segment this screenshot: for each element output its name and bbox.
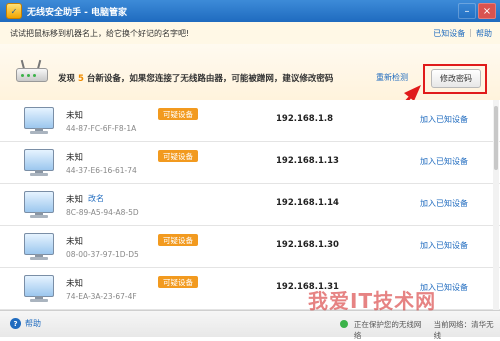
device-mac: 44-37-E6-16-61-74 [66, 166, 137, 175]
computer-icon [24, 107, 54, 135]
suspicious-badge: 可疑设备 [158, 150, 198, 162]
rename-link[interactable]: 改名 [88, 193, 104, 204]
device-ip: 192.168.1.30 [276, 240, 339, 250]
device-list: 未知 可疑设备 44-87-FC-6F-F8-1A 192.168.1.8 加入… [0, 100, 500, 310]
list-scrollbar[interactable] [493, 100, 499, 310]
add-known-device-link[interactable]: 加入已知设备 [420, 240, 468, 251]
device-row[interactable]: 未知 改名 8C-89-A5-94-A8-5D 192.168.1.14 加入已… [0, 184, 500, 226]
device-mac: 44-87-FC-6F-F8-1A [66, 124, 137, 133]
protection-status-icon [340, 320, 348, 328]
device-row[interactable]: 未知 可疑设备 44-87-FC-6F-F8-1A 192.168.1.8 加入… [0, 100, 500, 142]
device-mac: 08-00-37-97-1D-D5 [66, 250, 139, 259]
device-ip: 192.168.1.14 [276, 198, 339, 208]
suspicious-badge: 可疑设备 [158, 108, 198, 120]
footer-help-label: 帮助 [25, 319, 41, 328]
add-known-device-link[interactable]: 加入已知设备 [420, 156, 468, 167]
device-name[interactable]: 未知 [66, 277, 83, 289]
computer-icon [24, 275, 54, 303]
footer-bar: ? 帮助 正在保护您的无线网络 当前网络：清华无线 [0, 310, 500, 340]
device-name[interactable]: 未知 [66, 193, 83, 205]
device-ip: 192.168.1.13 [276, 156, 339, 166]
footer-status: 正在保护您的无线网络 当前网络：清华无线 [340, 319, 500, 341]
suspicious-badge: 可疑设备 [158, 276, 198, 288]
device-ip: 192.168.1.8 [276, 114, 334, 124]
scrollbar-thumb[interactable] [494, 106, 498, 170]
device-row[interactable]: 未知 可疑设备 08-00-37-97-1D-D5 192.168.1.30 加… [0, 226, 500, 268]
computer-icon [24, 233, 54, 261]
computer-icon [24, 149, 54, 177]
device-mac: 74-EA-3A-23-67-4F [66, 292, 137, 301]
device-name[interactable]: 未知 [66, 109, 83, 121]
status-left: 正在保护您的无线网络 [353, 320, 422, 340]
status-right: 当前网络：清华无线 [433, 320, 494, 340]
device-mac: 8C-89-A5-94-A8-5D [66, 208, 139, 217]
add-known-device-link[interactable]: 加入已知设备 [420, 198, 468, 209]
device-name[interactable]: 未知 [66, 151, 83, 163]
device-row[interactable]: 未知 可疑设备 44-37-E6-16-61-74 192.168.1.13 加… [0, 142, 500, 184]
add-known-device-link[interactable]: 加入已知设备 [420, 114, 468, 125]
watermark: 我爱IT技术网 [308, 289, 437, 313]
suspicious-badge: 可疑设备 [158, 234, 198, 246]
help-icon: ? [10, 318, 21, 329]
computer-icon [24, 191, 54, 219]
footer-help[interactable]: ? 帮助 [10, 318, 41, 329]
device-name[interactable]: 未知 [66, 235, 83, 247]
